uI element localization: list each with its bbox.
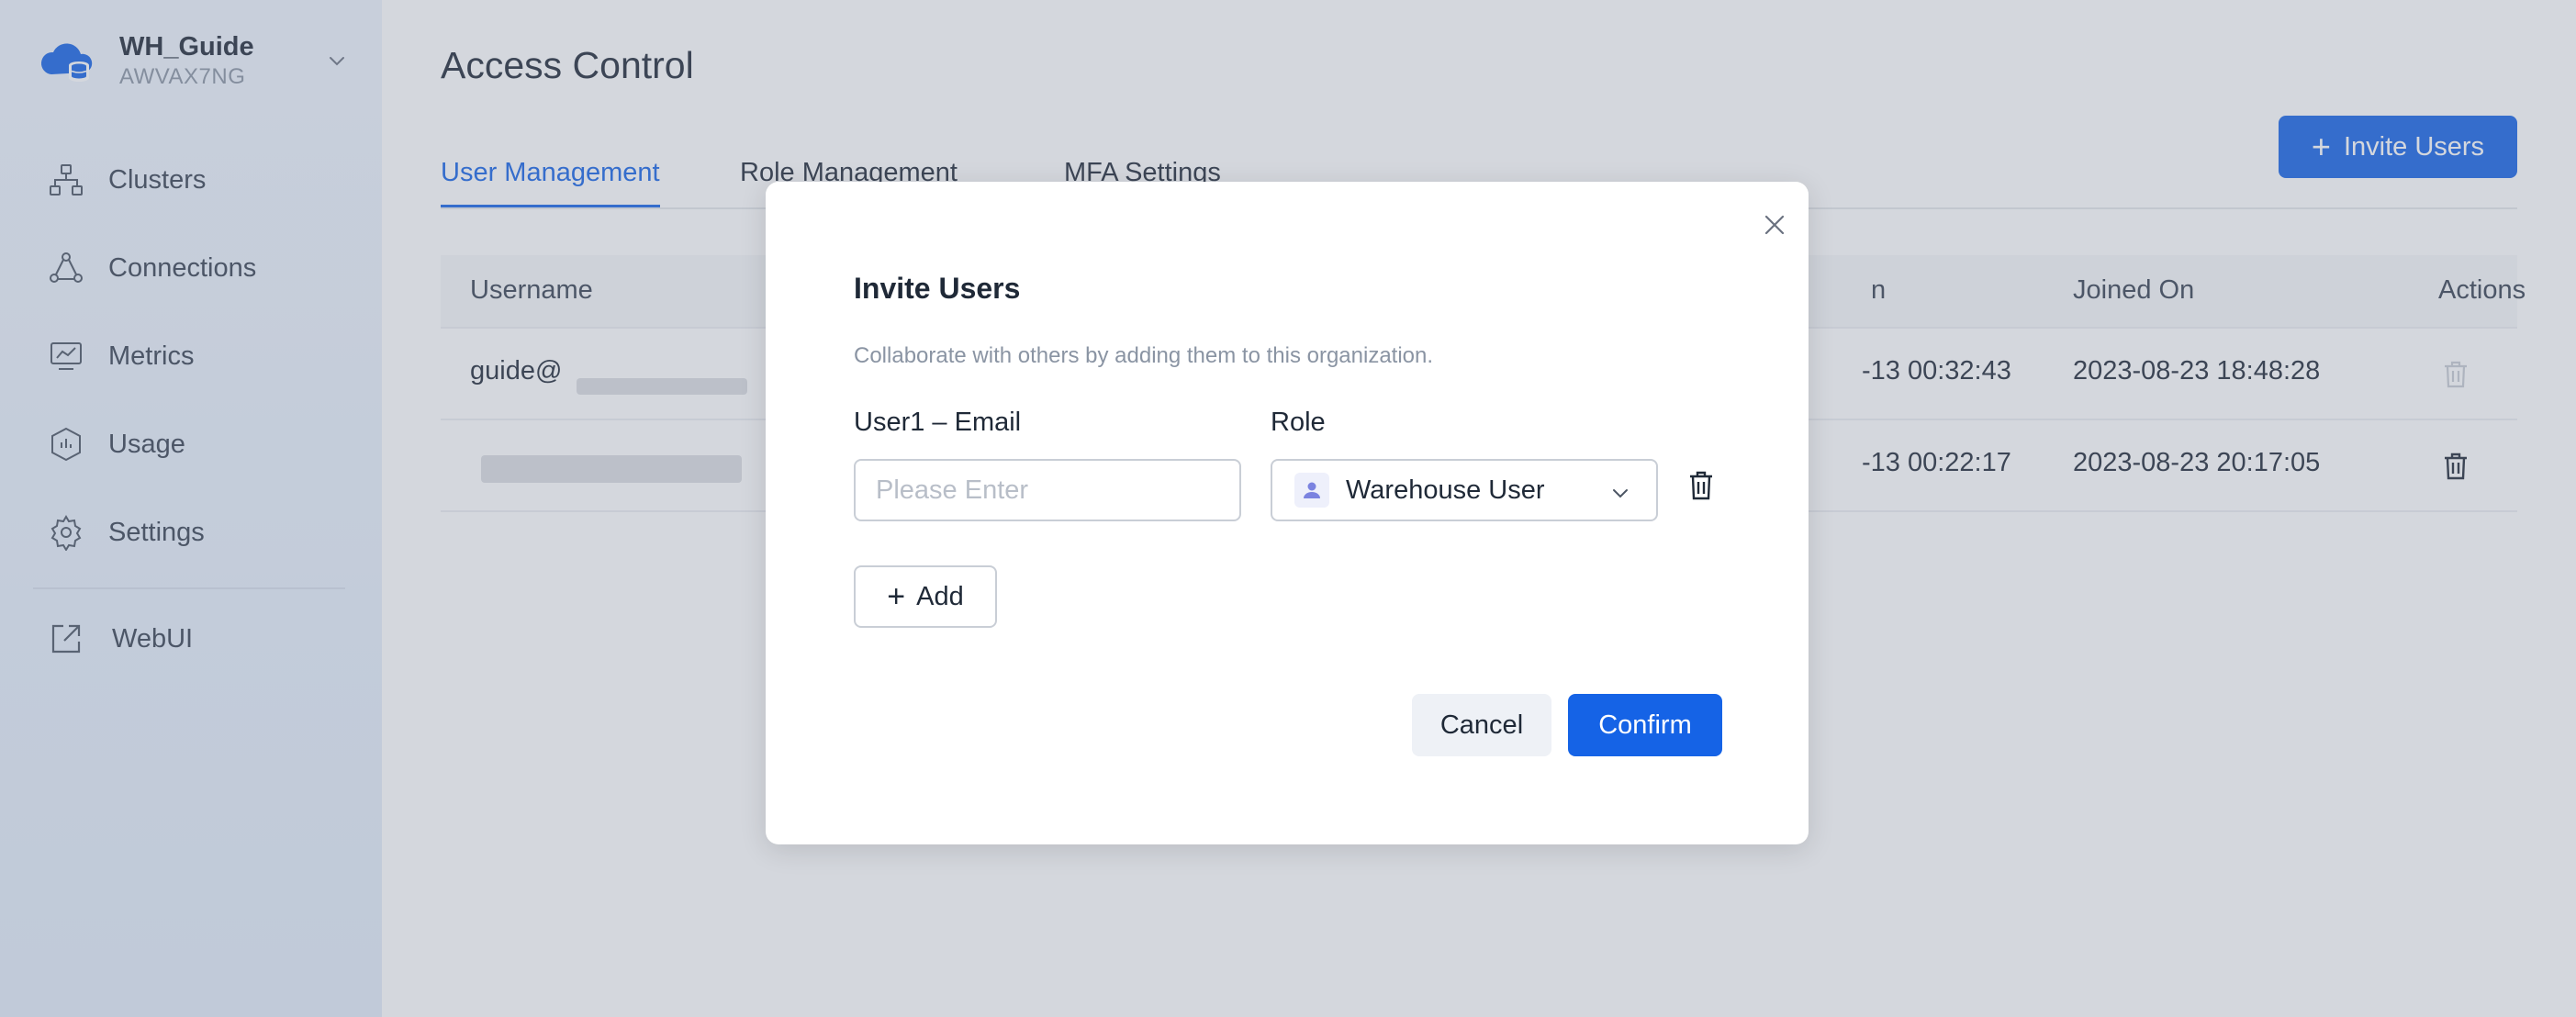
- email-input[interactable]: [854, 459, 1241, 521]
- add-user-label: Add: [916, 581, 964, 611]
- invite-users-dialog: Invite Users Collaborate with others by …: [766, 182, 1809, 844]
- dialog-description: Collaborate with others by adding them t…: [854, 343, 1434, 368]
- close-icon[interactable]: [1759, 209, 1790, 240]
- cancel-button[interactable]: Cancel: [1412, 694, 1551, 756]
- role-select-value: Warehouse User: [1346, 475, 1545, 505]
- user-icon: [1294, 473, 1329, 508]
- dialog-title: Invite Users: [854, 272, 1021, 305]
- confirm-button[interactable]: Confirm: [1568, 694, 1722, 756]
- chevron-down-icon: [1613, 489, 1628, 498]
- email-label: User1 – Email: [854, 408, 1022, 437]
- role-select[interactable]: Warehouse User: [1271, 459, 1658, 521]
- role-label: Role: [1271, 408, 1326, 437]
- add-user-button[interactable]: + Add: [854, 565, 997, 628]
- plus-icon: +: [887, 579, 906, 614]
- trash-icon[interactable]: [1687, 470, 1715, 501]
